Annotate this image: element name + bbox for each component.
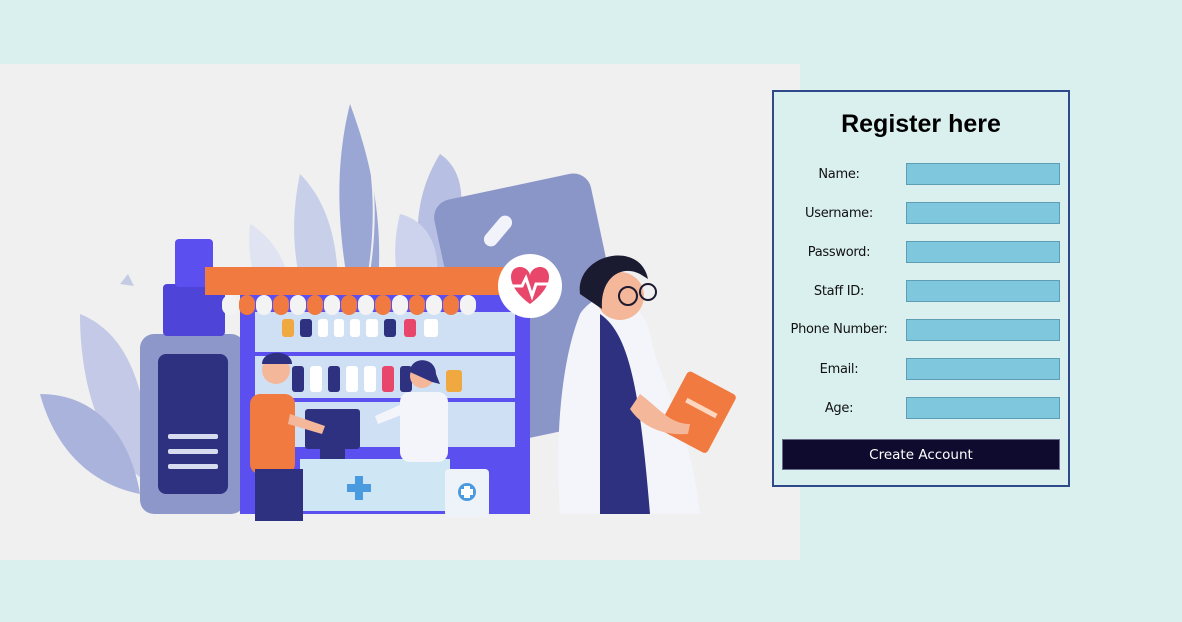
password-label: Password: — [807, 245, 871, 260]
password-input[interactable] — [906, 241, 1060, 263]
staff-id-input[interactable] — [906, 280, 1060, 302]
age-input[interactable] — [906, 397, 1060, 419]
email-label: Email: — [819, 362, 859, 377]
username-label: Username: — [805, 206, 873, 221]
username-input[interactable] — [906, 202, 1060, 224]
phone-number-input[interactable] — [906, 319, 1060, 341]
email-input[interactable] — [906, 358, 1060, 380]
staff-id-label: Staff ID: — [813, 284, 865, 299]
pharmacy-illustration — [0, 64, 800, 560]
create-account-button[interactable]: Create Account — [782, 439, 1060, 470]
name-input[interactable] — [906, 163, 1060, 185]
age-label: Age: — [824, 401, 854, 416]
form-title: Register here — [841, 110, 1001, 138]
name-label: Name: — [818, 167, 860, 182]
register-form: Register here Name: Username: Password: … — [772, 90, 1070, 487]
phone-number-label: Phone Number: — [790, 322, 888, 337]
